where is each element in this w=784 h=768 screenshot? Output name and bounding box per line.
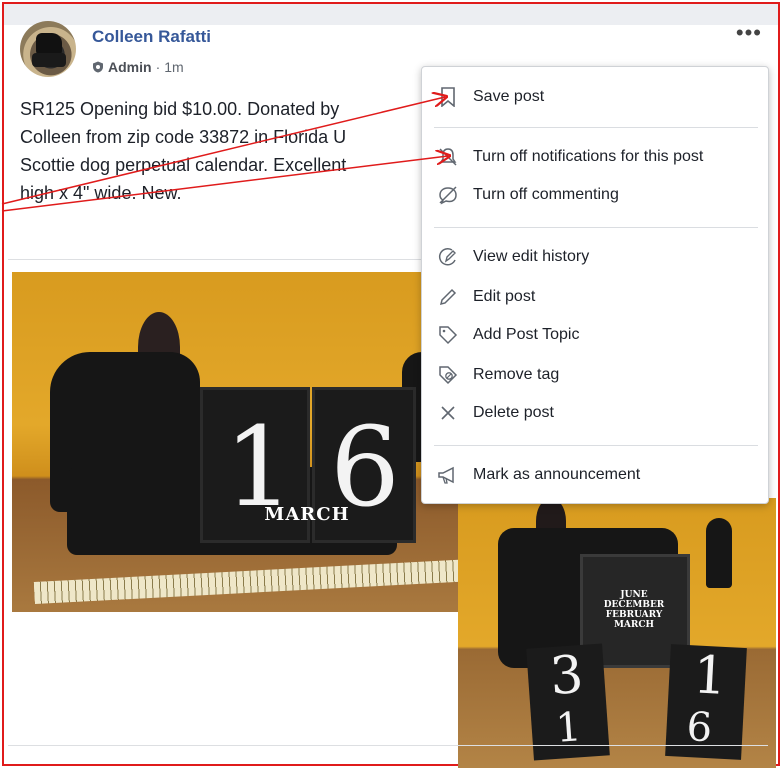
menu-separator — [434, 227, 758, 228]
calendar-month: MARCH — [264, 504, 350, 525]
menu-separator — [434, 127, 758, 128]
edit-history-icon — [437, 246, 459, 268]
photo2-month: MARCH — [613, 620, 655, 630]
tag-icon — [437, 324, 459, 346]
menu-item-label: Turn off notifications for this post — [473, 148, 704, 165]
post-photo-secondary[interactable]: JUNE DECEMBER FEBRUARY MARCH 3 1 1 6 — [458, 498, 776, 768]
megaphone-icon — [437, 464, 459, 486]
post-actions-divider — [8, 745, 768, 746]
menu-item-view-edit-history[interactable]: View edit history — [422, 239, 768, 275]
photo2-month: DECEMBER — [603, 600, 665, 610]
post-meta: Admin · 1m — [92, 59, 184, 75]
menu-item-edit-post[interactable]: Edit post — [422, 279, 768, 315]
avatar-dog-body — [32, 53, 66, 67]
menu-item-turn-off-commenting[interactable]: Turn off commenting — [422, 177, 768, 213]
menu-item-label: Edit post — [473, 288, 536, 305]
author-avatar[interactable] — [20, 21, 76, 77]
photo2-month-list: JUNE DECEMBER FEBRUARY MARCH — [582, 590, 686, 630]
menu-item-label: Delete post — [473, 404, 554, 421]
menu-item-label: Save post — [473, 88, 545, 105]
remove-tag-icon — [437, 364, 459, 386]
menu-item-turn-off-notifications[interactable]: Turn off notifications for this post — [422, 139, 768, 175]
menu-item-add-post-topic[interactable]: Add Post Topic — [422, 317, 768, 353]
menu-separator — [434, 445, 758, 446]
bell-off-icon — [437, 146, 459, 168]
avatar-dog-head — [36, 33, 62, 55]
meta-separator: · — [155, 59, 161, 75]
menu-item-label: View edit history — [473, 248, 590, 265]
photo2-cube-a: 3 1 — [526, 643, 610, 761]
pencil-icon — [437, 286, 459, 308]
admin-shield-icon — [93, 61, 103, 73]
post-options-menu: Save post Turn off notifications for thi… — [421, 66, 769, 504]
feed-top-strip — [4, 4, 778, 25]
post-time[interactable]: 1m — [164, 59, 183, 75]
photo2-dog-tail — [706, 518, 732, 588]
author-name[interactable]: Colleen Rafatti — [92, 27, 211, 47]
menu-item-save-post[interactable]: Save post — [422, 79, 768, 115]
menu-item-label: Mark as announcement — [473, 466, 641, 483]
menu-item-label: Remove tag — [473, 366, 560, 383]
comment-off-icon — [437, 184, 459, 206]
menu-item-label: Turn off commenting — [473, 186, 619, 203]
more-options-button[interactable]: ••• — [736, 22, 762, 44]
photo-ruler — [33, 557, 482, 605]
menu-item-remove-tag[interactable]: Remove tag — [422, 357, 768, 393]
menu-item-delete-post[interactable]: Delete post — [422, 395, 768, 431]
photo2-cube-a-bottom: 1 — [554, 704, 583, 752]
photo2-month: JUNE — [620, 590, 648, 600]
close-icon — [437, 402, 459, 424]
photo2-cube-b-bottom: 6 — [685, 704, 714, 752]
bookmark-icon — [437, 86, 459, 108]
author-role: Admin — [108, 59, 152, 75]
menu-item-mark-as-announcement[interactable]: Mark as announcement — [422, 457, 768, 493]
photo2-cube-a-top: 3 — [548, 644, 586, 708]
photo2-cube-b: 1 6 — [665, 644, 747, 760]
photo2-month: FEBRUARY — [605, 610, 663, 620]
post-photo-main[interactable]: 1 6 MARCH — [12, 272, 482, 612]
photo2-cube-b-top: 1 — [691, 645, 728, 707]
menu-item-label: Add Post Topic — [473, 326, 580, 343]
